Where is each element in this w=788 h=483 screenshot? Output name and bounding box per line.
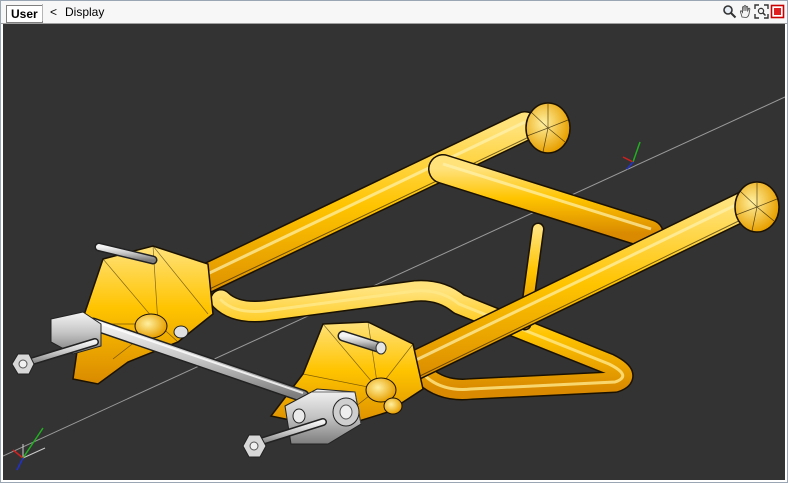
view-label-button[interactable]: User bbox=[6, 5, 43, 23]
scene-canvas bbox=[3, 96, 785, 471]
3d-viewport[interactable] bbox=[3, 24, 785, 480]
back-button[interactable]: < bbox=[50, 4, 57, 20]
toolbar-separator bbox=[42, 4, 43, 21]
pan-hand-icon[interactable] bbox=[738, 4, 753, 19]
breadcrumb: Display bbox=[65, 5, 105, 19]
viewport-toolbar: User < Display bbox=[1, 1, 787, 24]
viewport-window: User < Display bbox=[0, 0, 788, 483]
magnify-icon[interactable] bbox=[722, 4, 737, 19]
maximize-viewport-icon[interactable] bbox=[770, 4, 785, 19]
zoom-extents-icon[interactable] bbox=[754, 4, 769, 19]
